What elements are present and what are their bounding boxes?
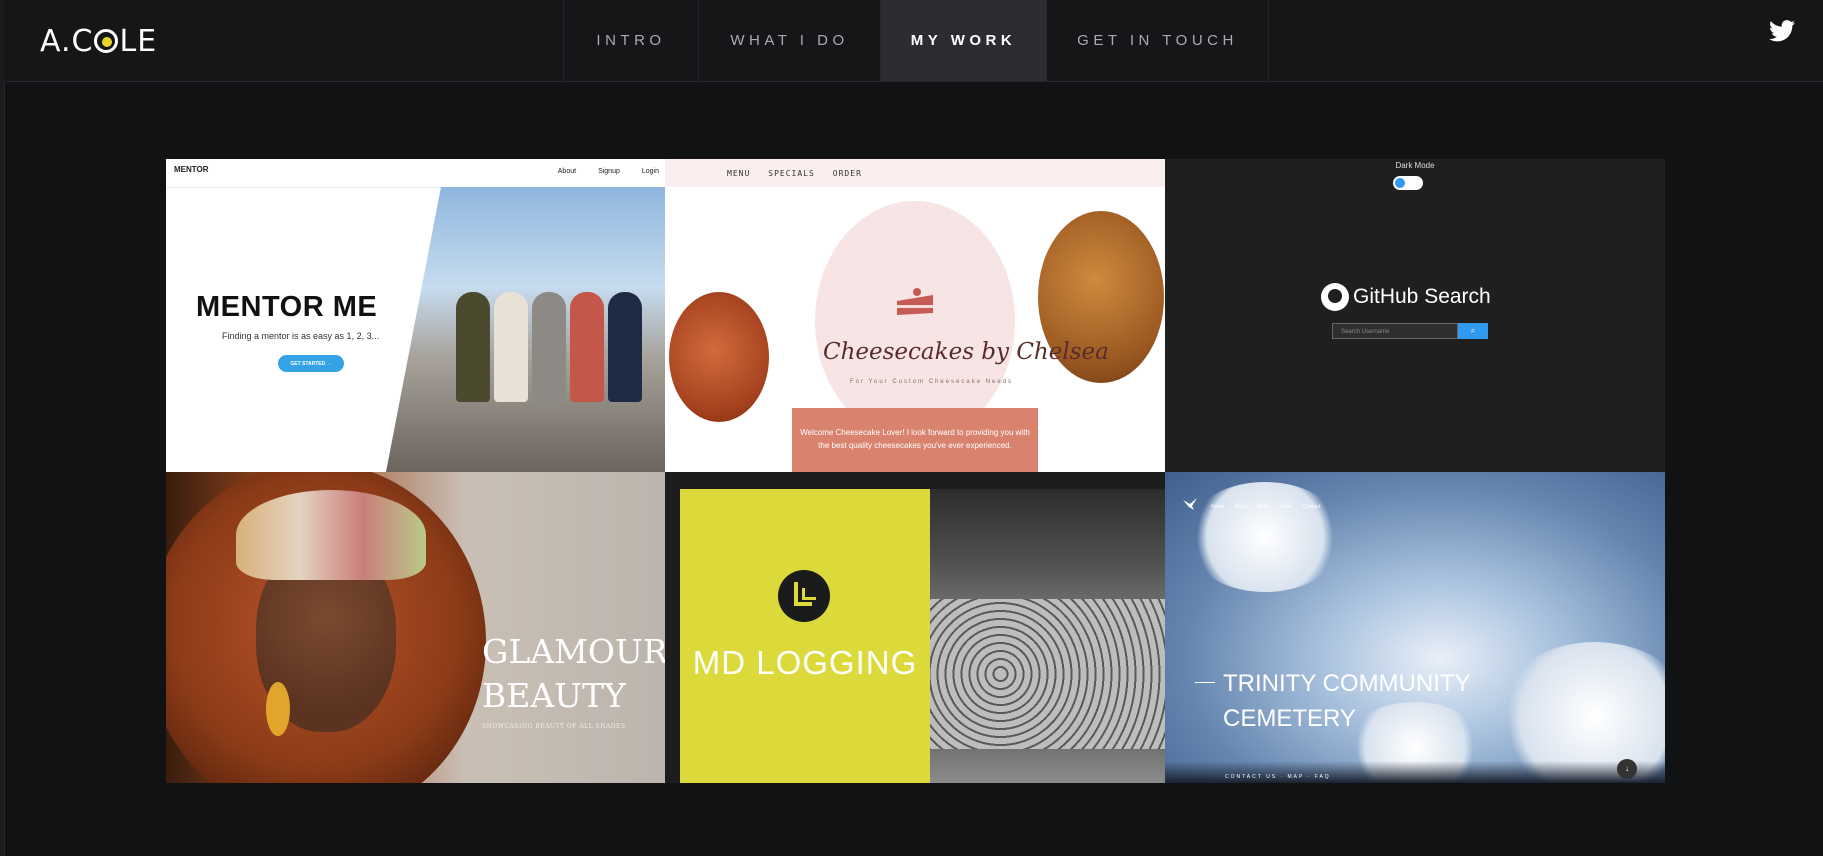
glamour-title-line: GLAMOUR (482, 632, 665, 671)
trinity-dash (1195, 682, 1215, 683)
person-figure (494, 292, 528, 402)
person-figure (570, 292, 604, 402)
welcome-line: Welcome Cheesecake Lover! I look forward… (800, 428, 1030, 437)
logging-log-pile (930, 599, 1165, 749)
dark-mode-label: Dark Mode (1395, 161, 1435, 170)
project-mentor-me[interactable]: MENTOR About Signup Login MENTOR ME Find… (166, 159, 665, 472)
cheesecake-title: Cheesecakes by Chelsea (823, 339, 1109, 365)
mentor-link-about: About (557, 168, 577, 175)
person-figure (532, 292, 566, 402)
github-title: GitHub Search (1321, 283, 1491, 311)
logo-o-icon (94, 29, 119, 53)
mentor-brand: MENTOR (174, 165, 209, 174)
mentor-group-photo (386, 187, 665, 472)
logo-text-end: LE (119, 23, 158, 59)
logging-title: MD LOGGING (692, 644, 918, 681)
site-logo[interactable]: A.C LE (40, 23, 158, 59)
cheesecake-menu-item: MENU (727, 169, 751, 178)
mentor-link-signup: Signup (598, 168, 620, 175)
glamour-title-line: BEAUTY (482, 676, 626, 715)
cheesecake-menu: MENU SPECIALS ORDER (727, 169, 862, 178)
logging-photo (930, 489, 1165, 783)
github-icon (1321, 283, 1349, 311)
cheesecake-navbar: MENU SPECIALS ORDER (665, 159, 1165, 187)
trinity-title-line: CEMETERY (1223, 705, 1356, 732)
trinity-nav-item: Home (1211, 504, 1225, 510)
mentor-link-login: Login (641, 168, 659, 175)
project-glamour-beauty[interactable]: GLAMOUR BEAUTY SHOWCASING BEAUTY OF ALL … (166, 472, 665, 783)
logging-yellow-panel (680, 489, 930, 783)
cheesecake-welcome-box: Welcome Cheesecake Lover! I look forward… (792, 408, 1038, 472)
nav-my-work[interactable]: MY WORK (881, 0, 1047, 81)
welcome-line: the best quality cheesecakes you've ever… (818, 441, 1012, 450)
cake-slice-icon (897, 288, 933, 315)
logo-text-start: A.C (40, 23, 94, 59)
github-search-input: Search Username (1332, 323, 1458, 339)
site-header: A.C LE INTRO WHAT I DO MY WORK GET IN TOU… (4, 0, 1823, 82)
cheesecake-menu-item: ORDER (832, 169, 862, 178)
glamour-earring (266, 682, 290, 736)
twitter-icon[interactable] (1769, 20, 1795, 42)
main-nav: INTRO WHAT I DO MY WORK GET IN TOUCH (563, 0, 1269, 81)
trinity-nav-item: Contact (1303, 504, 1321, 510)
trinity-nav-item: About (1234, 504, 1248, 510)
glamour-headscarf (236, 490, 426, 580)
person-figure (608, 292, 642, 402)
cheesecake-menu-item: SPECIALS (768, 169, 815, 178)
project-trinity-cemetery[interactable]: Home About Rates News Contact TRINITY CO… (1165, 472, 1665, 783)
dark-mode-toggle (1393, 176, 1423, 190)
nav-what-i-do[interactable]: WHAT I DO (699, 0, 881, 81)
nav-intro[interactable]: INTRO (564, 0, 699, 81)
mentor-title: MENTOR ME (196, 291, 378, 323)
dove-icon (1183, 498, 1197, 510)
glamour-subtitle: SHOWCASING BEAUTY OF ALL SHADES (482, 723, 626, 730)
person-figure (456, 292, 490, 402)
cloud (1185, 482, 1345, 592)
trinity-title-line: TRINITY COMMUNITY (1223, 670, 1471, 697)
mentor-links: About Signup Login (558, 168, 659, 175)
cheesecake-pie-left (669, 292, 769, 422)
cheesecake-tagline: For Your Custom Cheesecake Needs (850, 379, 1014, 385)
trinity-nav-item: Rates (1257, 504, 1271, 510)
trinity-navbar: Home About Rates News Contact (1211, 504, 1320, 510)
trinity-title: TRINITY COMMUNITY CEMETERY (1223, 666, 1471, 736)
cheesecake-backdrop-circle (815, 201, 1015, 441)
github-search-button: ⌕ (1458, 323, 1488, 339)
portfolio-grid: MENTOR About Signup Login MENTOR ME Find… (166, 159, 1665, 783)
logging-logo-icon (778, 570, 830, 622)
project-md-logging[interactable]: MD LOGGING (665, 472, 1165, 783)
scroll-down-icon: ↓ (1617, 759, 1637, 779)
project-github-search[interactable]: Dark Mode GitHub Search Search Username … (1165, 159, 1665, 472)
trinity-footer-links: CONTACT US · MAP · FAQ (1225, 774, 1331, 780)
glamour-title: GLAMOUR BEAUTY (482, 630, 665, 718)
mentor-subtitle: Finding a mentor is as easy as 1, 2, 3..… (222, 331, 380, 341)
github-title-text: GitHub Search (1353, 285, 1491, 308)
nav-get-in-touch[interactable]: GET IN TOUCH (1047, 0, 1269, 81)
project-cheesecakes[interactable]: MENU SPECIALS ORDER Cheesecakes by Chels… (665, 159, 1165, 472)
mentor-get-started-button: GET STARTED → (278, 355, 344, 372)
mentor-navbar: MENTOR About Signup Login (166, 159, 665, 188)
left-edge (0, 0, 5, 856)
trinity-nav-item: News (1280, 504, 1293, 510)
